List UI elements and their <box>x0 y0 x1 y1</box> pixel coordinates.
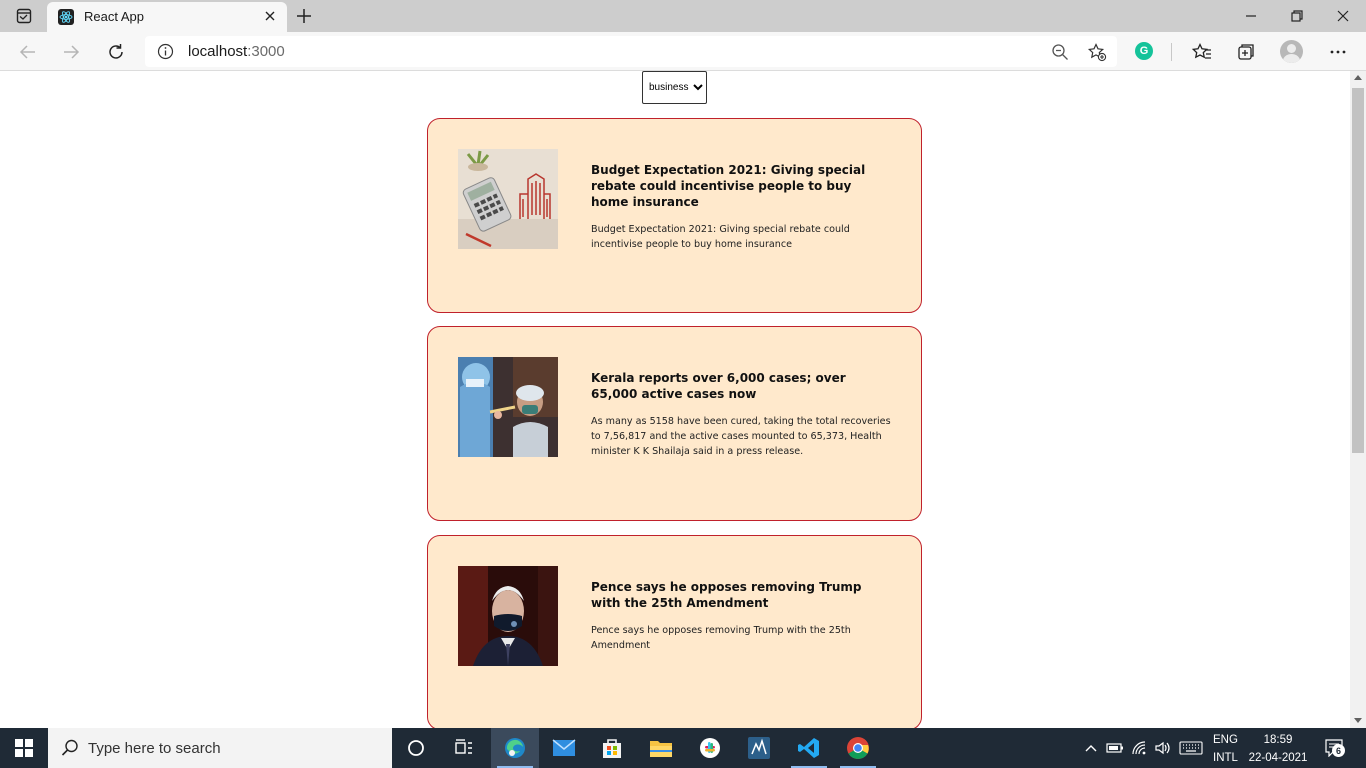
site-info-icon[interactable] <box>157 43 174 60</box>
restore-icon[interactable] <box>1287 6 1307 26</box>
toolbar-divider <box>1171 43 1172 61</box>
search-placeholder: Type here to search <box>88 740 221 757</box>
news-card[interactable]: Pence says he opposes removing Trump wit… <box>427 535 922 728</box>
chrome-icon[interactable] <box>834 728 882 768</box>
tab-actions-icon[interactable] <box>10 6 38 26</box>
tab-title: React App <box>84 9 144 24</box>
language-code: ENG <box>1213 734 1238 746</box>
clock[interactable]: 18:59 22-04-2021 <box>1248 733 1308 766</box>
article-description: Pence says he opposes removing Trump wit… <box>591 625 851 651</box>
refresh-icon[interactable] <box>105 41 127 63</box>
show-hidden-icons-chevron-up-icon[interactable] <box>1083 740 1099 756</box>
wifi-icon[interactable] <box>1131 740 1147 756</box>
news-card[interactable]: Kerala reports over 6,000 cases; over 65… <box>427 326 922 521</box>
minimize-icon[interactable] <box>1241 6 1261 26</box>
browser-tab[interactable]: React App <box>47 2 287 32</box>
article-headline[interactable]: Pence says he opposes removing Trump wit… <box>591 579 891 611</box>
cortana-icon[interactable] <box>392 728 440 768</box>
mail-icon[interactable] <box>540 728 588 768</box>
volume-icon[interactable] <box>1154 740 1170 756</box>
edge-browser-taskbar-icon[interactable] <box>491 728 539 768</box>
scroll-down-arrow-icon[interactable] <box>1354 718 1362 723</box>
collections-icon[interactable] <box>1235 41 1257 63</box>
new-tab-icon[interactable] <box>294 6 314 26</box>
url-text: localhost:3000 <box>188 43 285 60</box>
close-window-icon[interactable] <box>1333 6 1353 26</box>
windows-taskbar: Type here to search ENG INTL 18:59 22-04… <box>0 728 1366 768</box>
mysql-workbench-icon[interactable] <box>735 728 783 768</box>
clock-time: 18:59 <box>1263 734 1293 746</box>
browser-tab-bar: React App <box>0 0 1366 32</box>
start-button[interactable] <box>0 728 48 768</box>
search-icon <box>60 738 80 758</box>
zoom-out-icon[interactable] <box>1051 43 1069 61</box>
page-viewport: business Budget Expectation 2021: Giving… <box>0 71 1350 728</box>
favorites-icon[interactable] <box>1191 41 1213 63</box>
article-description: Budget Expectation 2021: Giving special … <box>591 224 850 250</box>
page-scrollbar[interactable] <box>1350 71 1366 728</box>
battery-icon[interactable] <box>1106 740 1123 756</box>
keyboard-layout: INTL <box>1213 752 1238 764</box>
url-port: :3000 <box>247 43 285 60</box>
store-icon[interactable] <box>588 728 636 768</box>
article-image <box>458 566 558 666</box>
url-host: localhost <box>188 43 248 60</box>
article-headline[interactable]: Kerala reports over 6,000 cases; over 65… <box>591 370 891 402</box>
article-headline[interactable]: Budget Expectation 2021: Giving special … <box>591 162 891 210</box>
category-select[interactable]: business <box>642 71 707 104</box>
url-field[interactable]: localhost:3000 <box>145 36 1117 67</box>
article-image <box>458 357 558 457</box>
grammarly-extension-icon[interactable]: G <box>1135 42 1153 60</box>
add-favorite-icon[interactable] <box>1087 42 1107 62</box>
news-card[interactable]: Budget Expectation 2021: Giving special … <box>427 118 922 313</box>
react-favicon-icon <box>58 9 74 25</box>
touch-keyboard-icon[interactable] <box>1179 740 1203 756</box>
more-options-icon[interactable] <box>1327 41 1349 63</box>
back-icon[interactable] <box>17 41 39 63</box>
windows-logo-icon <box>15 739 33 757</box>
vscode-icon[interactable] <box>785 728 833 768</box>
notifications-icon[interactable]: 6 <box>1325 739 1347 758</box>
scrollbar-thumb[interactable] <box>1352 88 1364 453</box>
forward-icon[interactable] <box>60 41 82 63</box>
notification-count-badge: 6 <box>1332 744 1345 757</box>
file-explorer-icon[interactable] <box>637 728 685 768</box>
clock-date: 22-04-2021 <box>1248 752 1308 764</box>
taskbar-search-box[interactable]: Type here to search <box>48 728 392 768</box>
close-tab-icon[interactable] <box>263 9 277 23</box>
address-bar: localhost:3000 G <box>0 32 1366 71</box>
task-view-icon[interactable] <box>440 728 488 768</box>
slack-icon[interactable] <box>686 728 734 768</box>
profile-avatar[interactable] <box>1280 40 1303 63</box>
article-description: As many as 5158 have been cured, taking … <box>591 416 891 457</box>
scroll-up-arrow-icon[interactable] <box>1354 75 1362 80</box>
input-language-indicator[interactable]: ENG INTL <box>1213 733 1238 766</box>
article-image <box>458 149 558 249</box>
